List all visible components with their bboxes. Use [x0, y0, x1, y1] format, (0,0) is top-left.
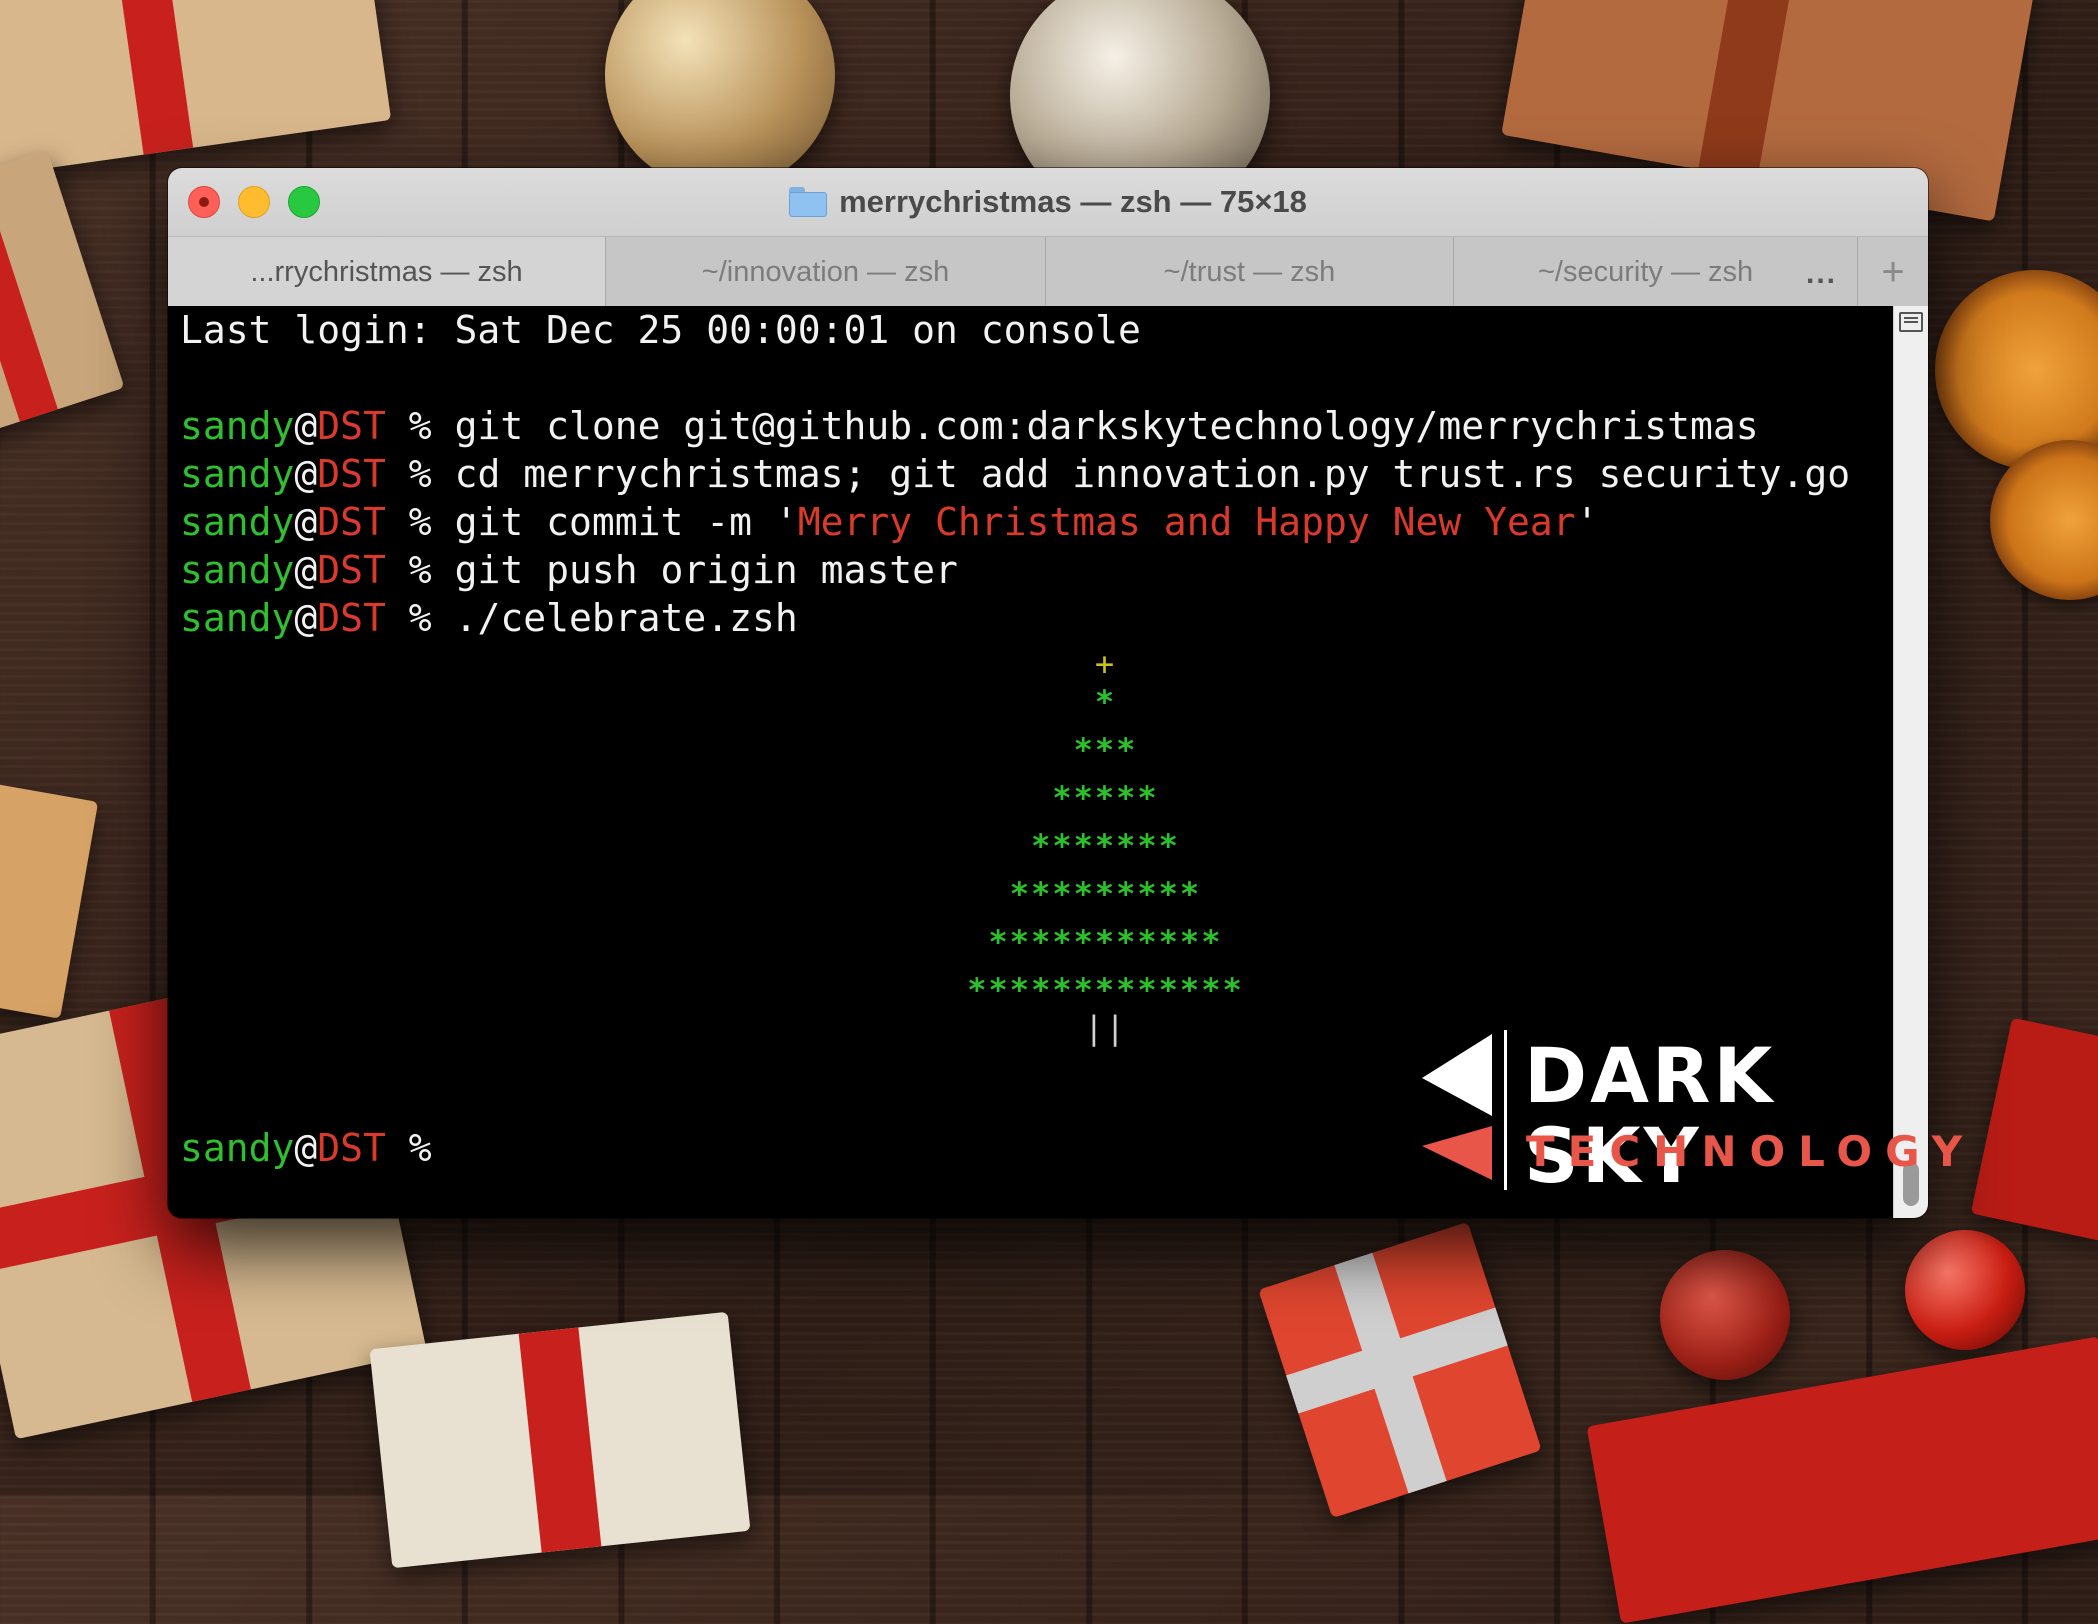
tree-row: ********* [1009, 875, 1202, 913]
red-ornament [1905, 1230, 2025, 1350]
command-text: git clone git@github.com:darkskytechnolo… [454, 404, 1759, 448]
command-text: cd merrychristmas; git add innovation.py… [454, 452, 1851, 496]
prompt-user: sandy [180, 404, 295, 448]
last-login-line: Last login: Sat Dec 25 00:00:01 on conso… [180, 308, 1141, 352]
prompt-user: sandy [180, 596, 295, 640]
command-line: sandy@DST % git clone git@github.com:dar… [180, 402, 1759, 450]
tab-label: ~/innovation — zsh [701, 255, 950, 288]
command-line: sandy@DST % git commit -m 'Merry Christm… [180, 498, 1599, 546]
gold-ornament-left [605, 0, 835, 190]
tab-security[interactable]: ~/security — zsh ... [1454, 237, 1858, 307]
gift-box-left [0, 149, 125, 441]
tree-row: ***** [1052, 779, 1159, 817]
prompt-host: DST [317, 500, 386, 544]
dark-sky-technology-logo: DARK SKY TECHNOLOGY [1420, 1030, 1962, 1196]
tab-bar: ...rrychristmas — zsh ~/innovation — zsh… [168, 237, 1928, 308]
tree-row: ************* [967, 971, 1244, 1009]
tree-top-star: + [1094, 645, 1117, 683]
tree-row: * [1094, 683, 1117, 721]
prompt-user: sandy [180, 452, 295, 496]
tree-row: *** [1073, 731, 1138, 769]
prompt-at: @ [294, 548, 318, 592]
prompt-host: DST [317, 548, 386, 592]
tab-trust[interactable]: ~/trust — zsh [1046, 237, 1454, 307]
window-title: merrychristmas — zsh — 75×18 [168, 168, 1928, 236]
quote-open: ' [774, 500, 798, 544]
prompt-symbol: % [385, 500, 455, 544]
gift-box-bottom-center-left [369, 1311, 751, 1569]
command-line: sandy@DST % ./celebrate.zsh [180, 594, 798, 642]
prompt-at: @ [294, 500, 318, 544]
scroll-menu-icon[interactable] [1899, 312, 1923, 332]
gift-box-left-middle [0, 781, 99, 1019]
command-line: sandy@DST % git push origin master [180, 546, 958, 594]
tab-innovation[interactable]: ~/innovation — zsh [606, 237, 1046, 307]
prompt-symbol: % [385, 548, 455, 592]
window-title-text: merrychristmas — zsh — 75×18 [839, 184, 1307, 219]
more-tabs-icon[interactable]: ... [1806, 257, 1837, 291]
tab-label: ...rrychristmas — zsh [250, 255, 523, 288]
prompt-at: @ [294, 404, 318, 448]
title-bar[interactable]: merrychristmas — zsh — 75×18 [168, 168, 1928, 237]
commit-message: Merry Christmas and Happy New Year [797, 500, 1576, 544]
logo-subtitle: TECHNOLOGY [1526, 1127, 1976, 1176]
tab-label: ~/trust — zsh [1163, 255, 1336, 288]
prompt-at: @ [294, 596, 318, 640]
prompt-user: sandy [180, 548, 295, 592]
tree-row: ******* [1031, 827, 1180, 865]
gift-box-bottom-red [1258, 1221, 1542, 1519]
prompt-user: sandy [180, 1126, 295, 1170]
prompt-host: DST [317, 596, 386, 640]
tab-merrychristmas[interactable]: ...rrychristmas — zsh [168, 237, 606, 307]
gift-box-top-left [0, 0, 392, 179]
plus-icon: + [1881, 249, 1905, 294]
command-text: git push origin master [454, 548, 958, 592]
prompt-symbol: % [385, 452, 455, 496]
tree-row: *********** [988, 923, 1223, 961]
gift-box-bottom-right [1586, 1336, 2098, 1624]
pine-cone-ornament [1660, 1250, 1790, 1380]
prompt-user: sandy [180, 500, 295, 544]
quote-close: ' [1575, 500, 1599, 544]
logo-divider [1504, 1030, 1507, 1190]
prompt-host: DST [317, 1126, 386, 1170]
folder-icon [789, 187, 828, 217]
vertical-scrollbar[interactable] [1893, 306, 1928, 1218]
gift-box-right [1970, 1017, 2098, 1243]
prompt-host: DST [317, 404, 386, 448]
final-prompt-line[interactable]: sandy@DST % [180, 1124, 432, 1172]
new-tab-button[interactable]: + [1858, 237, 1928, 307]
command-text: ./celebrate.zsh [454, 596, 798, 640]
command-line: sandy@DST % cd merrychristmas; git add i… [180, 450, 1850, 498]
prompt-symbol: % [385, 404, 455, 448]
prompt-symbol: % [385, 1126, 432, 1170]
command-text: git commit -m [454, 500, 775, 544]
prompt-host: DST [317, 452, 386, 496]
logo-mark-icon [1422, 1034, 1492, 1180]
prompt-at: @ [294, 1126, 318, 1170]
prompt-symbol: % [385, 596, 455, 640]
prompt-at: @ [294, 452, 318, 496]
tab-label: ~/security — zsh [1538, 255, 1754, 288]
